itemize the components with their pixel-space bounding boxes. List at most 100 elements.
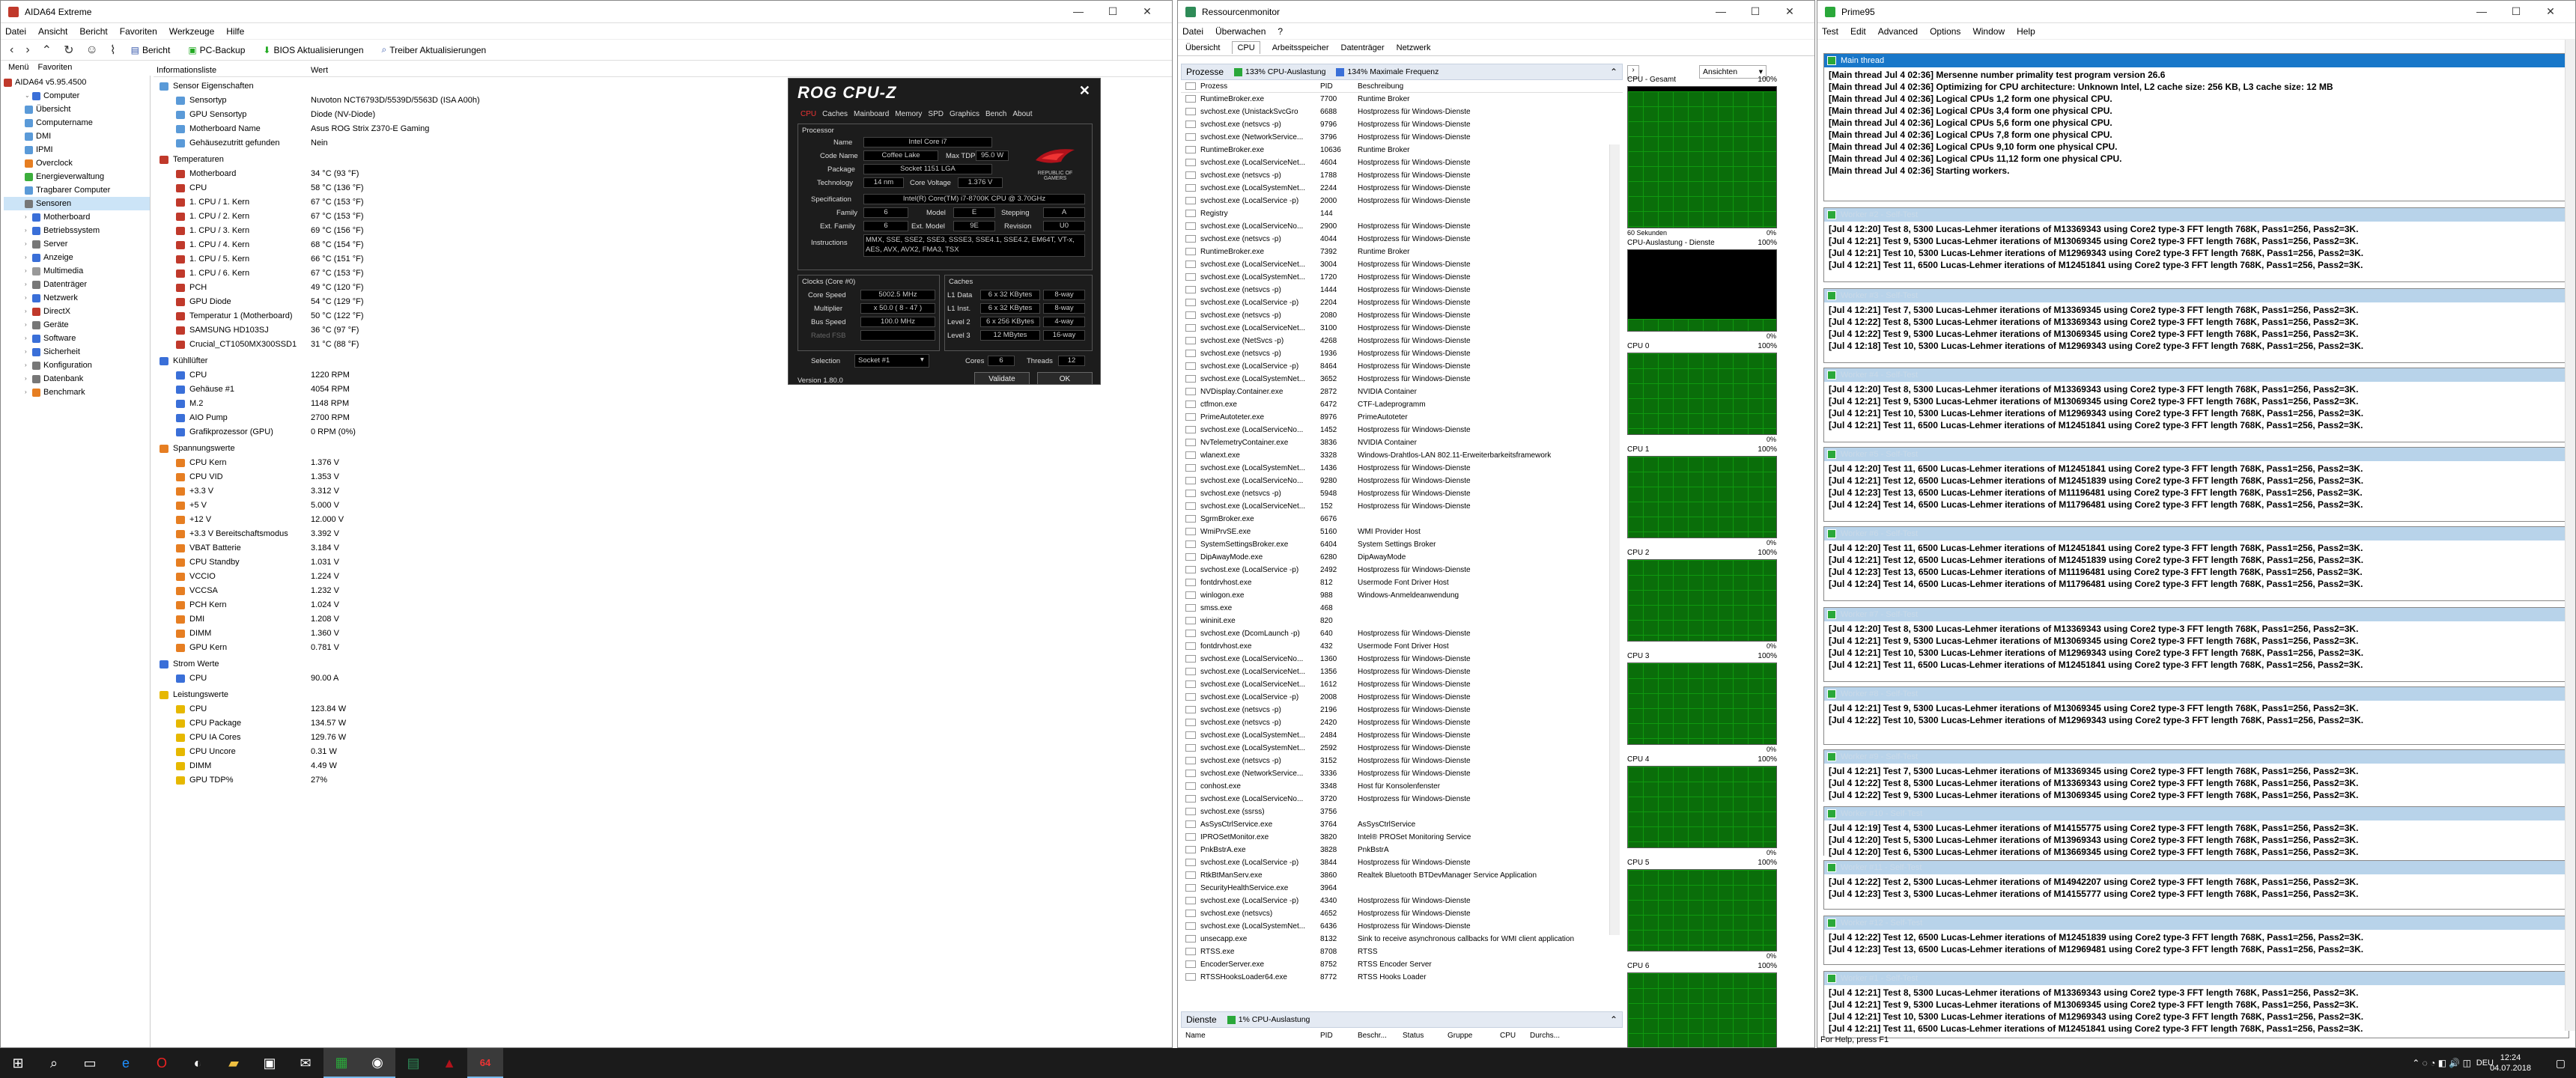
sensor-row[interactable]: DIMM 1.360 V (154, 627, 1172, 641)
sensor-row[interactable]: GPU TDP% 27% (154, 773, 1172, 788)
aida64-navigation-tree[interactable]: AIDA64 v5.95.4500 ⌄ Computer Übersicht Compu… (1, 76, 151, 1047)
process-row[interactable]: svchost.exe (ssrss) 3756 (1181, 806, 1623, 818)
process-row[interactable]: svchost.exe (LocalService -p) 2008 Hostpro… (1181, 691, 1623, 704)
services-column[interactable]: Durchs... (1525, 1029, 1570, 1042)
process-row[interactable]: IPROSetMonitor.exe 3820 Intel® PROSet Moni… (1181, 831, 1623, 844)
mail-icon[interactable]: ✉ (288, 1048, 323, 1078)
services-column[interactable]: Name (1181, 1029, 1316, 1042)
process-row[interactable]: svchost.exe (LocalServiceNo... 3720 Hostpr… (1181, 793, 1623, 806)
prime95-titlebar[interactable]: Prime95 — ☐ ✕ (1817, 1, 2575, 23)
cpuz-tab[interactable]: Bench (985, 110, 1006, 118)
tree-item[interactable]: › Konfiguration (4, 359, 150, 372)
expand-icon[interactable]: › (25, 386, 32, 399)
process-checkbox[interactable] (1185, 630, 1196, 637)
sensor-row[interactable]: CPU IA Cores 129.76 W (154, 731, 1172, 745)
worker-window-titlebar[interactable]: Worker #5 - Self-Test (1824, 448, 2569, 461)
process-checkbox[interactable] (1185, 553, 1196, 561)
process-row[interactable]: svchost.exe (LocalSystemNet... 1436 Hostpr… (1181, 462, 1623, 475)
column-header-value[interactable]: Wert (311, 64, 328, 76)
resmon-tab[interactable]: Arbeitsspeicher (1272, 43, 1329, 52)
process-row[interactable]: svchost.exe (LocalService -p) 3844 Hostpro… (1181, 856, 1623, 869)
process-row[interactable]: smss.exe 468 (1181, 602, 1623, 615)
start-windows-icon[interactable]: ⊞ (0, 1048, 36, 1078)
file-explorer-icon[interactable]: ▰ (216, 1048, 252, 1078)
expand-icon[interactable]: › (25, 291, 32, 305)
process-checkbox[interactable] (1185, 668, 1196, 675)
process-checkbox[interactable] (1185, 579, 1196, 586)
process-checkbox[interactable] (1185, 617, 1196, 624)
tree-item[interactable]: IPMI (4, 143, 150, 156)
process-checkbox[interactable] (1185, 121, 1196, 128)
process-row[interactable]: svchost.exe (netsvcs -p) 1936 Hostprozess … (1181, 347, 1623, 360)
worker-window[interactable]: Worker #6 - Self-Test [Jul 4 12:20] Test … (1823, 526, 2569, 601)
sensor-row[interactable]: CPU Standby 1.031 V (154, 555, 1172, 570)
process-row[interactable]: svchost.exe (netsvcs -p) 2420 Hostprozess … (1181, 716, 1623, 729)
cpuz-taskbar-icon[interactable]: ◉ (359, 1048, 395, 1078)
process-checkbox[interactable] (1185, 782, 1196, 790)
menu-item[interactable]: Werkzeuge (169, 26, 214, 37)
tree-item[interactable]: DMI (4, 130, 150, 143)
process-checkbox[interactable] (1185, 642, 1196, 650)
sensor-row[interactable]: CPU Uncore 0.31 W (154, 745, 1172, 759)
process-checkbox[interactable] (1185, 413, 1196, 421)
chevron-down-icon[interactable]: ▾ (920, 356, 924, 364)
menu-item[interactable]: Überwachen (1215, 26, 1266, 37)
up-icon[interactable]: ⌃ (39, 43, 55, 58)
prime95-taskbar-icon[interactable]: ▦ (323, 1048, 359, 1078)
process-checkbox[interactable] (1185, 820, 1196, 828)
worker-window[interactable]: Worker #11 - Self-Test [Jul 4 12:22] Test… (1823, 860, 2569, 910)
pc-backup-button[interactable]: ▣ PC-Backup (182, 43, 251, 57)
sensor-row[interactable]: DIMM 4.49 W (154, 759, 1172, 773)
expand-icon[interactable]: › (25, 332, 32, 345)
process-row[interactable]: RuntimeBroker.exe 7392 Runtime Broker (1181, 246, 1623, 258)
process-row[interactable]: svchost.exe (LocalServiceNo... 2900 Hostpr… (1181, 220, 1623, 233)
process-checkbox[interactable] (1185, 706, 1196, 713)
process-row[interactable]: svchost.exe (NetworkService... 3796 Hostpr… (1181, 131, 1623, 144)
process-row[interactable]: svchost.exe (netsvcs -p) 2196 Hostprozess … (1181, 704, 1623, 716)
process-row[interactable]: svchost.exe (LocalServiceNo... 1452 Hostpr… (1181, 424, 1623, 436)
tree-item[interactable]: › Server (4, 237, 150, 251)
menu-item[interactable]: Window (1972, 26, 2005, 37)
process-row[interactable]: svchost.exe (LocalSystemNet... 2592 Hostpr… (1181, 742, 1623, 755)
menu-item[interactable]: Edit (1850, 26, 1866, 37)
process-checkbox[interactable] (1185, 311, 1196, 319)
tray-icons[interactable]: ⌃ ◌ ◔ ◧ 🔊 ◫ (2412, 1058, 2471, 1068)
worker-window[interactable]: Worker #9 - Self-Test [Jul 4 12:21] Test … (1823, 749, 2569, 803)
process-row[interactable]: svchost.exe (netsvcs -p) 2080 Hostprozess … (1181, 309, 1623, 322)
process-row[interactable]: SgrmBroker.exe 6676 (1181, 513, 1623, 526)
process-row[interactable]: svchost.exe (netsvcs -p) 1444 Hostprozess … (1181, 284, 1623, 296)
process-checkbox[interactable] (1185, 655, 1196, 663)
resmon-titlebar[interactable]: Ressourcenmonitor — ☐ ✕ (1178, 1, 1814, 23)
tree-item[interactable]: › Datenbank (4, 372, 150, 386)
process-row[interactable]: RtkBtManServ.exe 3860 Realtek Bluetooth BT… (1181, 869, 1623, 882)
col-description[interactable]: Beschreibung (1358, 80, 1597, 92)
process-row[interactable]: svchost.exe (netsvcs -p) 9796 Hostprozess … (1181, 118, 1623, 131)
process-checkbox[interactable] (1185, 960, 1196, 968)
process-checkbox[interactable] (1185, 680, 1196, 688)
tree-item[interactable]: AIDA64 v5.95.4500 (4, 76, 150, 89)
worker-window[interactable]: Worker #12 - Self-Test [Jul 4 12:22] Test… (1823, 916, 2569, 965)
process-checkbox[interactable] (1185, 757, 1196, 764)
process-checkbox[interactable] (1185, 935, 1196, 943)
resmon-tab[interactable]: Netzwerk (1397, 43, 1431, 52)
worker-window-titlebar[interactable]: Worker #10 - Self-Test (1824, 807, 2569, 820)
chart-icon[interactable]: ⌇ (107, 43, 119, 58)
clock[interactable]: 12:24 04.07.2018 (2490, 1053, 2531, 1074)
sensor-row[interactable]: CPU Kern 1.376 V (154, 456, 1172, 470)
process-row[interactable]: svchost.exe (LocalServiceNo... 1360 Hostpr… (1181, 653, 1623, 666)
process-row[interactable]: svchost.exe (LocalServiceNo... 9280 Hostpr… (1181, 475, 1623, 487)
sensor-row[interactable]: CPU 90.00 A (154, 672, 1172, 686)
process-checkbox[interactable] (1185, 426, 1196, 433)
process-checkbox[interactable] (1185, 922, 1196, 930)
tree-item[interactable]: › Benchmark (4, 386, 150, 399)
process-row[interactable]: svchost.exe (LocalServiceNet... 152 Hostpr… (1181, 500, 1623, 513)
process-row[interactable]: svchost.exe (NetworkService... 3336 Hostpr… (1181, 767, 1623, 780)
selection-dropdown[interactable]: Socket #1 (854, 354, 929, 368)
forward-icon[interactable]: › (22, 43, 32, 57)
expand-icon[interactable]: › (25, 359, 32, 372)
tree-item[interactable]: Energieverwaltung (4, 170, 150, 183)
process-checkbox[interactable] (1185, 388, 1196, 395)
sensor-row[interactable]: +3.3 V Bereitschaftsmodus 3.392 V (154, 527, 1172, 541)
tree-item[interactable]: › Sicherheit (4, 345, 150, 359)
process-checkbox[interactable] (1185, 159, 1196, 166)
